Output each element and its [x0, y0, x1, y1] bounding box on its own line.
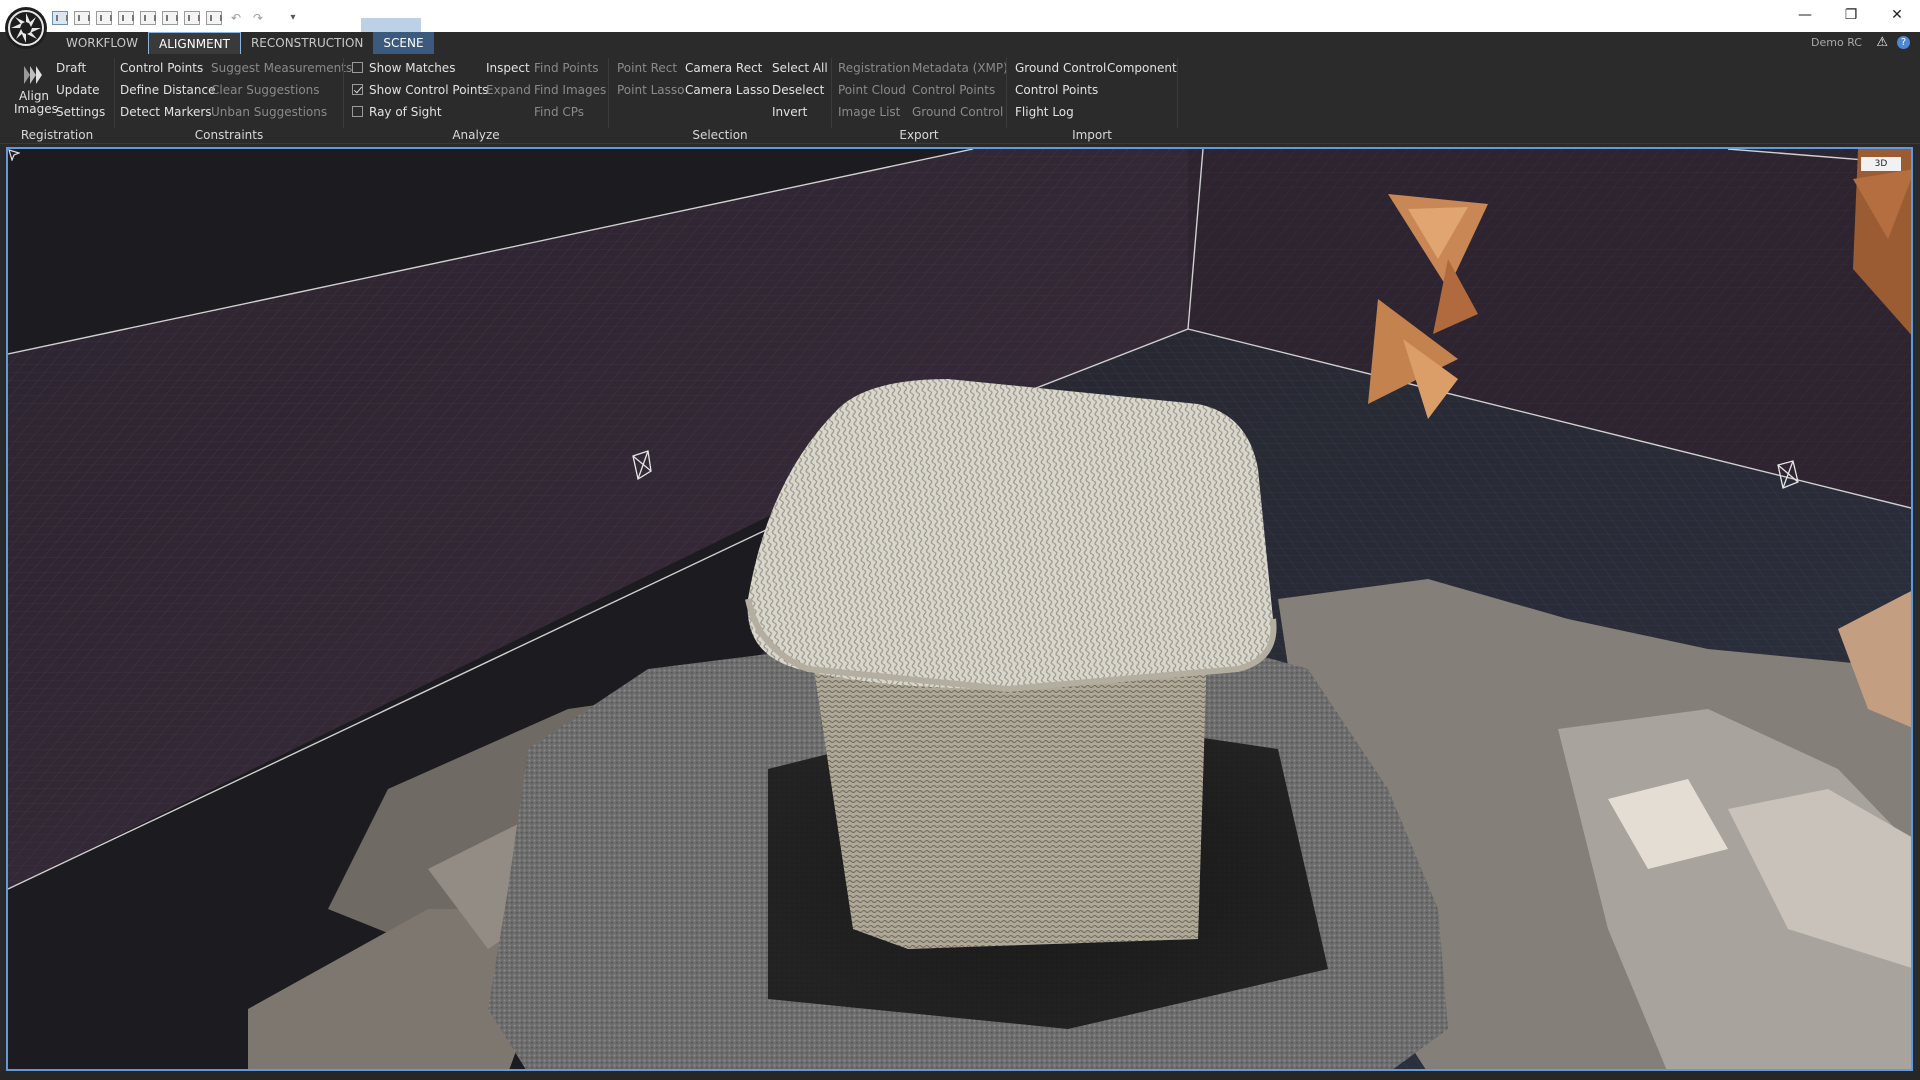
select-all-button[interactable]: Select All: [772, 60, 828, 76]
status-bar: [0, 1071, 1920, 1080]
import-ground-control-button[interactable]: Ground Control: [1015, 60, 1106, 76]
show-control-points-check[interactable]: [352, 84, 363, 95]
group-selection: Point Rect Point Lasso Camera Rect Camer…: [609, 56, 831, 144]
point-lasso-button[interactable]: Point Lasso: [617, 82, 685, 98]
title-bar: ↶ ↷ ▾ — ❐ ✕: [0, 0, 1920, 32]
layout-6-icon[interactable]: [162, 11, 178, 25]
settings-button[interactable]: Settings: [56, 104, 105, 120]
warning-icon[interactable]: ⚠: [1876, 35, 1888, 50]
redo-icon[interactable]: ↷: [250, 11, 266, 25]
account-label[interactable]: Demo RC: [1811, 36, 1862, 49]
export-registration-button[interactable]: Registration: [838, 60, 910, 76]
group-import: Ground Control Control Points Flight Log…: [1007, 56, 1177, 144]
layout-4-icon[interactable]: [118, 11, 134, 25]
quick-access-toolbar: ↶ ↷ ▾: [52, 10, 298, 26]
group-constraints: Control Points Define Distance Detect Ma…: [115, 56, 352, 144]
layout-1-icon[interactable]: [52, 11, 68, 25]
view-mode-badge[interactable]: 3D: [1861, 157, 1901, 171]
group-divider: [1177, 58, 1178, 128]
import-flight-log-button[interactable]: Flight Log: [1015, 104, 1074, 120]
draft-button[interactable]: Draft: [56, 60, 86, 76]
3d-viewport[interactable]: 3D: [6, 147, 1913, 1071]
tab-workflow[interactable]: WORKFLOW: [56, 32, 148, 54]
clear-suggestions-button[interactable]: Clear Suggestions: [211, 82, 320, 98]
layout-5-icon[interactable]: [140, 11, 156, 25]
layout-7-icon[interactable]: [184, 11, 200, 25]
group-label-registration: Registration: [20, 128, 94, 142]
group-label-export: Export: [899, 128, 939, 142]
define-distance-button[interactable]: Define Distance: [120, 82, 215, 98]
app-logo-icon[interactable]: [4, 6, 48, 50]
expand-button[interactable]: Expand: [486, 82, 531, 98]
find-points-button[interactable]: Find Points: [534, 60, 598, 76]
ribbon-tabs: WORKFLOW ALIGNMENT RECONSTRUCTION SCENE: [56, 32, 434, 54]
find-images-button[interactable]: Find Images: [534, 82, 606, 98]
suggest-measurements-button[interactable]: Suggest Measurements: [211, 60, 352, 76]
group-analyze: Show Matches Show Control Points Ray of …: [344, 56, 608, 144]
group-label-selection: Selection: [692, 128, 748, 142]
minimize-button[interactable]: —: [1782, 0, 1828, 30]
group-label-constraints: Constraints: [194, 128, 264, 142]
help-icon[interactable]: ?: [1897, 36, 1910, 49]
close-button[interactable]: ✕: [1874, 0, 1920, 30]
group-label-import: Import: [1072, 128, 1112, 142]
layout-8-icon[interactable]: [206, 11, 222, 25]
export-image-list-button[interactable]: Image List: [838, 104, 900, 120]
scene-context-header: [361, 18, 421, 32]
inspect-button[interactable]: Inspect: [486, 60, 530, 76]
export-point-cloud-button[interactable]: Point Cloud: [838, 82, 906, 98]
ray-of-sight-check[interactable]: [352, 106, 363, 117]
invert-button[interactable]: Invert: [772, 104, 807, 120]
detect-markers-button[interactable]: Detect Markers: [120, 104, 212, 120]
control-points-button[interactable]: Control Points: [120, 60, 203, 76]
layout-2-icon[interactable]: [74, 11, 90, 25]
group-label-analyze: Analyze: [452, 128, 500, 142]
show-control-points-checkbox[interactable]: Show Control Points: [352, 82, 488, 98]
ribbon: WORKFLOW ALIGNMENT RECONSTRUCTION SCENE …: [0, 18, 1920, 144]
deselect-button[interactable]: Deselect: [772, 82, 824, 98]
tab-alignment[interactable]: ALIGNMENT: [148, 32, 241, 54]
unban-suggestions-button[interactable]: Unban Suggestions: [211, 104, 327, 120]
import-component-button[interactable]: Component: [1107, 60, 1177, 76]
update-button[interactable]: Update: [56, 82, 99, 98]
point-rect-button[interactable]: Point Rect: [617, 60, 677, 76]
scene-render[interactable]: [8, 149, 1913, 1071]
export-ground-control-button[interactable]: Ground Control: [912, 104, 1003, 120]
align-images-icon: [24, 66, 42, 84]
restore-button[interactable]: ❐: [1828, 0, 1874, 30]
find-cps-button[interactable]: Find CPs: [534, 104, 584, 120]
tab-reconstruction[interactable]: RECONSTRUCTION: [241, 32, 373, 54]
undo-icon[interactable]: ↶: [228, 11, 244, 25]
camera-rect-button[interactable]: Camera Rect: [685, 60, 762, 76]
show-matches-check[interactable]: [352, 62, 363, 73]
ray-of-sight-checkbox[interactable]: Ray of Sight: [352, 104, 442, 120]
navigation-cursor-icon: [8, 149, 20, 161]
align-images-button[interactable]: Align Images: [14, 90, 58, 116]
customize-toolbar-icon[interactable]: ▾: [288, 11, 298, 25]
export-control-points-button[interactable]: Control Points: [912, 82, 995, 98]
group-registration: Align Images Draft Update Settings Regis…: [0, 56, 114, 144]
tab-scene[interactable]: SCENE: [373, 32, 434, 54]
show-matches-checkbox[interactable]: Show Matches: [352, 60, 455, 76]
window-controls: — ❐ ✕: [1782, 0, 1920, 30]
import-control-points-button[interactable]: Control Points: [1015, 82, 1098, 98]
layout-3-icon[interactable]: [96, 11, 112, 25]
group-export: Registration Point Cloud Image List Meta…: [832, 56, 1008, 144]
camera-lasso-button[interactable]: Camera Lasso: [685, 82, 770, 98]
export-metadata-button[interactable]: Metadata (XMP): [912, 60, 1008, 76]
